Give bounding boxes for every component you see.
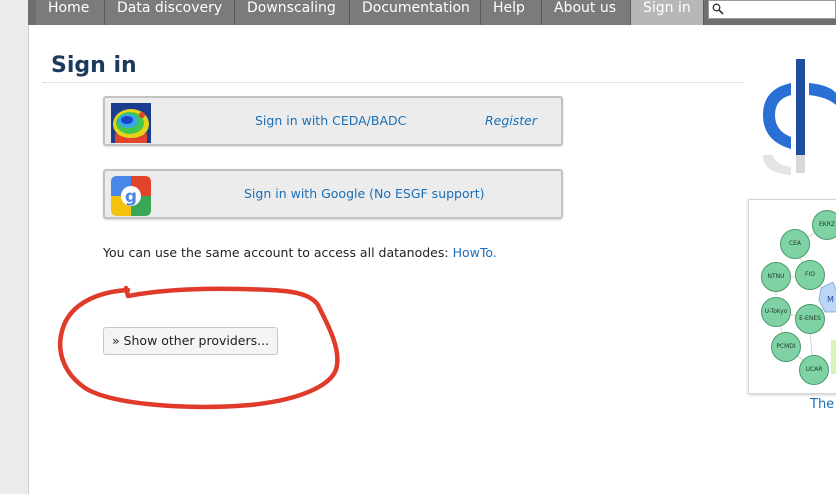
google-signin-button[interactable]: g Sign in with Google (No ESGF support)	[103, 169, 563, 219]
register-link[interactable]: Register	[485, 98, 537, 144]
ceda-signin-button[interactable]: Sign in with CEDA/BADC Register	[103, 96, 563, 146]
ceda-signin-label: Sign in with CEDA/BADC	[255, 113, 407, 128]
network-node: U-Tokyo	[761, 297, 791, 327]
nav-data-discovery[interactable]: Data discovery	[105, 0, 235, 25]
title-divider	[43, 82, 743, 83]
account-note-text: You can use the same account to access a…	[103, 245, 453, 260]
nav-downscaling[interactable]: Downscaling	[235, 0, 350, 25]
nav-sign-in[interactable]: Sign in	[631, 0, 704, 25]
network-node: E-ENES	[795, 304, 825, 334]
ceda-globe-icon	[111, 103, 151, 143]
nav-documentation[interactable]: Documentation	[350, 0, 481, 25]
howto-link[interactable]: HowTo.	[453, 245, 497, 260]
network-node: CEA	[780, 229, 810, 259]
search-input[interactable]	[708, 0, 836, 19]
esgf-logo	[763, 59, 836, 175]
network-node: FIO	[795, 260, 825, 290]
nav-about-us[interactable]: About us	[542, 0, 631, 25]
network-node: PCMDI	[771, 332, 801, 362]
google-signin-label: Sign in with Google (No ESGF support)	[244, 186, 485, 201]
main-content: Sign in Sign in with CEDA/BADC Register …	[29, 25, 836, 494]
search-icon	[712, 3, 724, 15]
nav-help[interactable]: Help	[481, 0, 542, 25]
left-gutter	[0, 0, 29, 494]
network-caption-link[interactable]: The	[810, 397, 834, 412]
nav-home[interactable]: Home	[36, 0, 105, 25]
network-node: EKRZ	[812, 210, 836, 240]
network-diagram: EKRZ CEA NTNU FIO U-Tokyo E-ENES PCMDI U…	[748, 199, 836, 394]
network-node: NTNU	[761, 262, 791, 292]
google-logo-icon: g	[111, 176, 151, 216]
network-center-label: M	[827, 295, 834, 304]
account-note: You can use the same account to access a…	[103, 245, 497, 260]
page-title: Sign in	[51, 53, 137, 78]
show-other-providers-button[interactable]: » Show other providers...	[103, 327, 278, 355]
svg-text:g: g	[125, 187, 137, 207]
network-node: UCAR	[799, 355, 829, 385]
